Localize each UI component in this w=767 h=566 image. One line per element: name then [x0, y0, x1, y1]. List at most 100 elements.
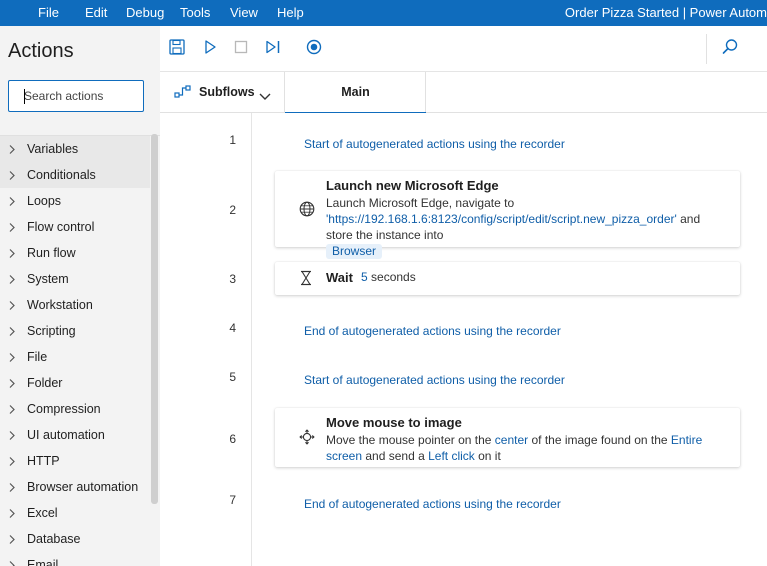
line-number: 6 [229, 432, 236, 446]
category-browser-automation[interactable]: Browser automation [0, 474, 150, 500]
menu-debug[interactable]: Debug [126, 4, 164, 22]
url-token: 'https://192.168.1.6:8123/config/script/… [326, 212, 677, 226]
actions-pane: Actions Variables Conditionals Loops Flo… [0, 26, 160, 566]
desc-text: Launch Microsoft Edge, navigate to [326, 196, 515, 210]
category-compression[interactable]: Compression [0, 396, 150, 422]
designer-toolbar [160, 26, 767, 72]
category-label: Workstation [27, 298, 93, 312]
line-number: 3 [229, 272, 236, 286]
menu-file[interactable]: File [38, 4, 59, 22]
category-label: Scripting [27, 324, 76, 338]
desc-text: Move the mouse pointer on the [326, 433, 495, 447]
action-move-mouse-to-image[interactable]: Move mouse to image Move the mouse point… [275, 408, 740, 467]
menu-bar: File Edit Debug Tools View Help Order Pi… [0, 0, 767, 26]
menu-tools[interactable]: Tools [180, 4, 210, 22]
category-label: System [27, 272, 69, 286]
save-icon[interactable] [168, 38, 190, 60]
category-label: Flow control [27, 220, 95, 234]
search-icon[interactable] [721, 38, 743, 60]
globe-icon [299, 201, 315, 222]
tab-main[interactable]: Main [285, 72, 426, 114]
category-label: Folder [27, 376, 63, 390]
actions-scrollbar-thumb[interactable] [151, 134, 158, 504]
desc-text: on it [474, 449, 501, 463]
category-label: Browser automation [27, 480, 139, 494]
line-number: 4 [229, 321, 236, 335]
variable-badge[interactable]: Browser [326, 244, 383, 259]
menu-edit[interactable]: Edit [85, 4, 107, 22]
wait-value: 5 [361, 270, 368, 284]
comment-end-recorder[interactable]: End of autogenerated actions using the r… [304, 324, 561, 339]
chevron-right-icon [9, 448, 19, 474]
line-number: 1 [229, 133, 236, 147]
chevron-right-icon [9, 240, 19, 266]
category-database[interactable]: Database [0, 526, 150, 552]
chevron-right-icon [9, 136, 19, 162]
category-file[interactable]: File [0, 344, 150, 370]
record-icon[interactable] [305, 38, 327, 60]
chevron-right-icon [9, 474, 19, 500]
window-title: Order Pizza Started | Power Autom [564, 5, 767, 20]
chevron-right-icon [9, 526, 19, 552]
category-label: Compression [27, 402, 101, 416]
run-icon[interactable] [201, 38, 223, 60]
category-workstation[interactable]: Workstation [0, 292, 150, 318]
category-label: File [27, 350, 48, 364]
comment-start-recorder[interactable]: Start of autogenerated actions using the… [304, 373, 565, 388]
text-caret [24, 89, 25, 104]
category-label: UI automation [27, 428, 105, 442]
action-title: Wait [326, 270, 353, 285]
action-launch-edge[interactable]: Launch new Microsoft Edge Launch Microso… [275, 171, 740, 259]
menu-help[interactable]: Help [277, 4, 304, 22]
category-loops[interactable]: Loops [0, 188, 150, 214]
subflows-dropdown-button[interactable]: Subflows [160, 72, 285, 112]
comment-start-recorder[interactable]: Start of autogenerated actions using the… [304, 137, 565, 152]
chevron-right-icon [9, 162, 19, 188]
move-mouse-icon [299, 429, 315, 450]
action-description: Move the mouse pointer on the center of … [326, 432, 726, 464]
comment-end-recorder[interactable]: End of autogenerated actions using the r… [304, 497, 561, 512]
category-http[interactable]: HTTP [0, 448, 150, 474]
category-conditionals[interactable]: Conditionals [0, 162, 150, 188]
chevron-right-icon [9, 552, 19, 566]
category-system[interactable]: System [0, 266, 150, 292]
menu-view[interactable]: View [230, 4, 258, 22]
actions-scrollbar[interactable] [150, 132, 160, 566]
category-label: Excel [27, 506, 58, 520]
category-scripting[interactable]: Scripting [0, 318, 150, 344]
hourglass-icon [299, 270, 313, 291]
line-number: 7 [229, 493, 236, 507]
category-label: HTTP [27, 454, 60, 468]
chevron-right-icon [9, 188, 19, 214]
category-label: Loops [27, 194, 62, 208]
category-label: Database [27, 532, 81, 546]
chevron-right-icon [9, 266, 19, 292]
chevron-down-icon [259, 88, 271, 106]
wait-unit: seconds [367, 270, 416, 284]
category-folder[interactable]: Folder [0, 370, 150, 396]
category-excel[interactable]: Excel [0, 500, 150, 526]
run-next-action-icon[interactable] [264, 38, 286, 60]
subflows-label: Subflows [199, 85, 255, 99]
search-actions-box[interactable] [8, 80, 144, 112]
chevron-right-icon [9, 370, 19, 396]
line-number: 2 [229, 203, 236, 217]
subflows-icon [174, 84, 192, 105]
subflow-tab-bar: Subflows Main [160, 72, 767, 114]
search-actions-input[interactable] [10, 82, 142, 110]
action-description: Launch Microsoft Edge, navigate to 'http… [326, 195, 726, 259]
toolbar-separator [706, 34, 707, 64]
category-ui-automation[interactable]: UI automation [0, 422, 150, 448]
param-position: center [494, 433, 529, 447]
category-variables[interactable]: Variables [0, 136, 150, 162]
stop-icon[interactable] [232, 38, 254, 60]
action-wait[interactable]: Wait 5 seconds [275, 262, 740, 295]
category-flow-control[interactable]: Flow control [0, 214, 150, 240]
category-label: Email [27, 558, 59, 566]
chevron-right-icon [9, 396, 19, 422]
category-run-flow[interactable]: Run flow [0, 240, 150, 266]
chevron-right-icon [9, 500, 19, 526]
desc-text: and send a [362, 449, 429, 463]
category-email[interactable]: Email [0, 552, 150, 566]
chevron-right-icon [9, 292, 19, 318]
